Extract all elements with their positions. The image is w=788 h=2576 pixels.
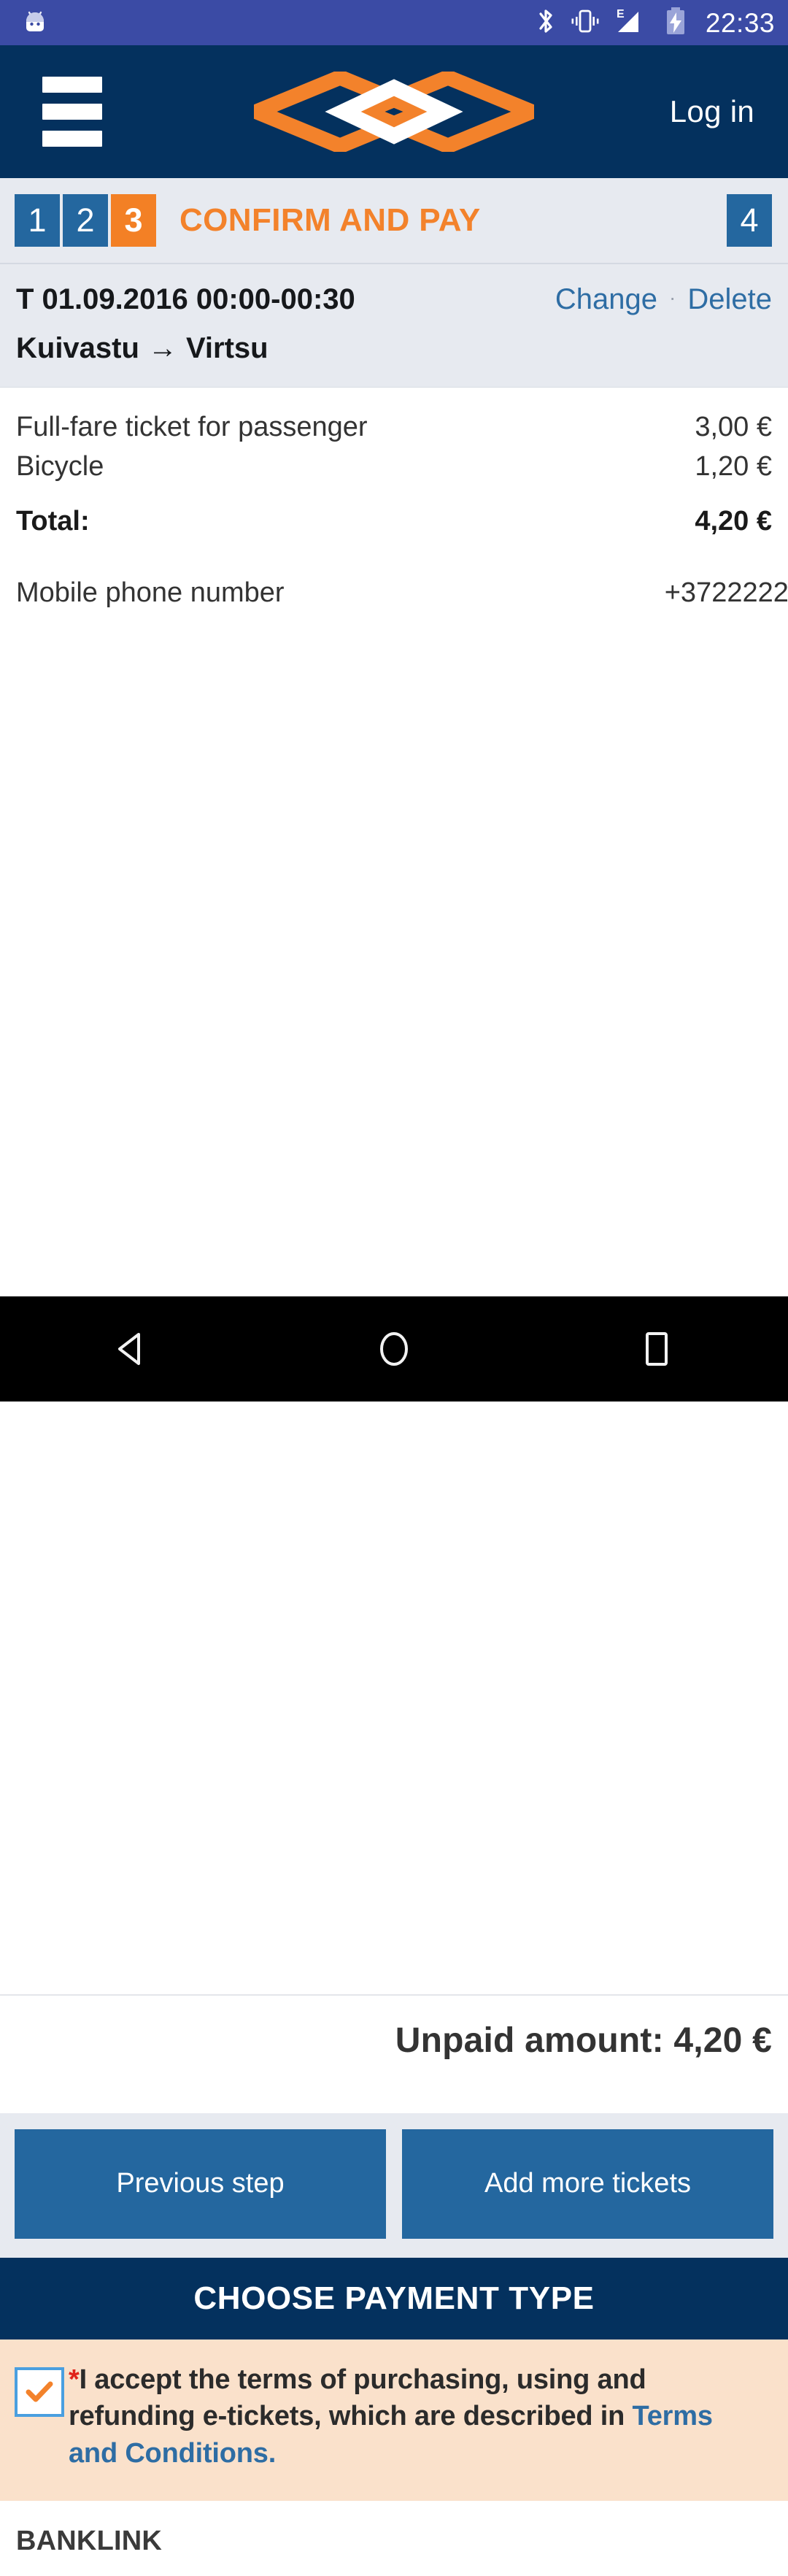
- banklink-title: BANKLINK: [16, 2526, 163, 2557]
- order-line-label: Full-fare ticket for passenger: [16, 412, 368, 442]
- hamburger-bar-3: [42, 131, 102, 147]
- trip-destination: Virtsu: [185, 332, 269, 364]
- hamburger-bar-2: [42, 104, 102, 120]
- check-icon: [26, 2381, 53, 2402]
- bluetooth-icon: [535, 6, 557, 40]
- choose-payment-type-banner: CHOOSE PAYMENT TYPE: [0, 2257, 788, 2339]
- phone-value: +37222223: [664, 577, 788, 608]
- terms-text: *I accept the terms of purchasing, using…: [69, 2361, 766, 2472]
- unpaid-amount: Unpaid amount: 4,20 €: [395, 2021, 772, 2060]
- accept-terms-checkbox[interactable]: [15, 2367, 64, 2417]
- home-circle-icon: [380, 1332, 408, 1366]
- recents-button[interactable]: [613, 1309, 700, 1389]
- change-link[interactable]: Change: [555, 283, 657, 316]
- android-robot-icon: [20, 7, 50, 39]
- trip-actions: Change · Delete: [555, 283, 772, 316]
- vibrate-icon: [567, 7, 603, 39]
- recents-square-icon: [646, 1332, 668, 1366]
- order-line-label: Bicycle: [16, 450, 104, 482]
- step-3-active[interactable]: 3: [111, 194, 156, 247]
- phone-row: Mobile phone number +37222223: [16, 573, 788, 1975]
- order-line-item: Full-fare ticket for passenger 3,00 €: [16, 408, 772, 447]
- order-line-item: Bicycle 1,20 €: [16, 447, 772, 487]
- back-triangle-icon: [118, 1333, 140, 1365]
- status-bar-right: E 22:33: [535, 5, 775, 41]
- trip-route: Kuivastu → Virtsu: [16, 332, 772, 365]
- step-4[interactable]: 4: [727, 194, 772, 247]
- terms-acceptance-section: *I accept the terms of purchasing, using…: [0, 2339, 788, 2502]
- route-arrow-icon: →: [147, 332, 177, 364]
- android-navigation-bar: [0, 1296, 788, 1402]
- step-1[interactable]: 1: [15, 194, 60, 247]
- order-line-value: 3,00 €: [695, 412, 772, 442]
- back-button[interactable]: [88, 1309, 175, 1389]
- trip-header-row: T 01.09.2016 00:00-00:30 Change · Delete: [16, 283, 772, 316]
- order-total-row: Total: 4,20 €: [16, 502, 772, 542]
- phone-screen: E 22:33 Log in 1 2 3 CONFIRM AND PAY 4 T…: [0, 0, 788, 2576]
- order-total-label: Total:: [16, 506, 90, 537]
- order-total-value: 4,20 €: [695, 506, 772, 537]
- ferry-company-logo[interactable]: [236, 69, 552, 155]
- trip-summary: T 01.09.2016 00:00-00:30 Change · Delete…: [0, 264, 788, 388]
- step-2[interactable]: 2: [63, 194, 108, 247]
- status-bar: E 22:33: [0, 0, 788, 45]
- banklink-section: BANKLINK: [0, 2501, 788, 2576]
- status-bar-clock: 22:33: [705, 7, 775, 38]
- order-line-value: 1,20 €: [695, 450, 772, 482]
- navigation-buttons: Previous step Add more tickets: [0, 2112, 788, 2258]
- edge-network-icon: E: [614, 6, 653, 40]
- action-separator: ·: [669, 286, 676, 309]
- step-indicator: 1 2 3 CONFIRM AND PAY 4: [0, 178, 788, 264]
- previous-step-button[interactable]: Previous step: [15, 2129, 386, 2239]
- order-items: Full-fare ticket for passenger 3,00 € Bi…: [0, 388, 788, 1994]
- trip-origin: Kuivastu: [16, 332, 139, 364]
- trip-datetime: T 01.09.2016 00:00-00:30: [16, 283, 355, 315]
- hamburger-bar-1: [42, 77, 102, 93]
- home-button[interactable]: [350, 1309, 438, 1389]
- login-button[interactable]: Log in: [670, 94, 754, 129]
- required-asterisk: *: [69, 2364, 80, 2395]
- svg-text:E: E: [617, 8, 625, 20]
- terms-body: I accept the terms of purchasing, using …: [69, 2364, 646, 2432]
- hamburger-menu-icon[interactable]: [42, 77, 102, 147]
- phone-label: Mobile phone number: [16, 577, 285, 608]
- add-more-tickets-button[interactable]: Add more tickets: [402, 2129, 773, 2239]
- status-bar-left: [20, 7, 50, 39]
- delete-link[interactable]: Delete: [687, 283, 772, 316]
- app-header: Log in: [0, 45, 788, 178]
- page-title: CONFIRM AND PAY: [179, 202, 481, 238]
- battery-charging-icon: [663, 5, 688, 41]
- unpaid-section: Unpaid amount: 4,20 €: [0, 1993, 788, 2113]
